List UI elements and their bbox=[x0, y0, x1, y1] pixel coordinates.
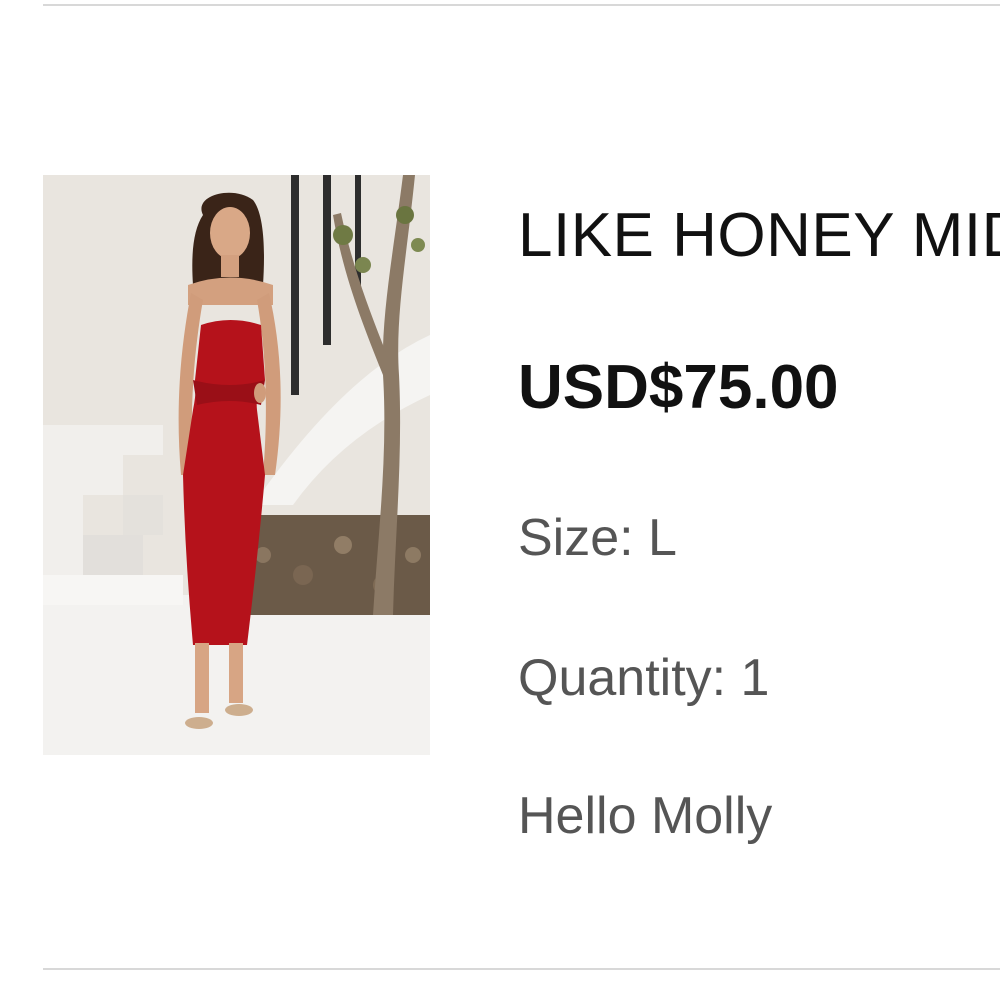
product-name[interactable]: LIKE HONEY MIDI DRESS RED bbox=[518, 198, 1000, 274]
product-photo-illustration bbox=[43, 175, 430, 755]
bottom-divider bbox=[43, 968, 1000, 970]
cart-item-card: LIKE HONEY MIDI DRESS RED USD$75.00 Size… bbox=[0, 0, 1000, 1000]
product-details: LIKE HONEY MIDI DRESS RED USD$75.00 Size… bbox=[518, 0, 1000, 1000]
product-price: USD$75.00 bbox=[518, 353, 839, 422]
product-image[interactable] bbox=[43, 175, 430, 755]
product-quantity: Quantity: 1 bbox=[518, 649, 770, 707]
product-size: Size: L bbox=[518, 509, 677, 567]
product-brand: Hello Molly bbox=[518, 787, 773, 845]
